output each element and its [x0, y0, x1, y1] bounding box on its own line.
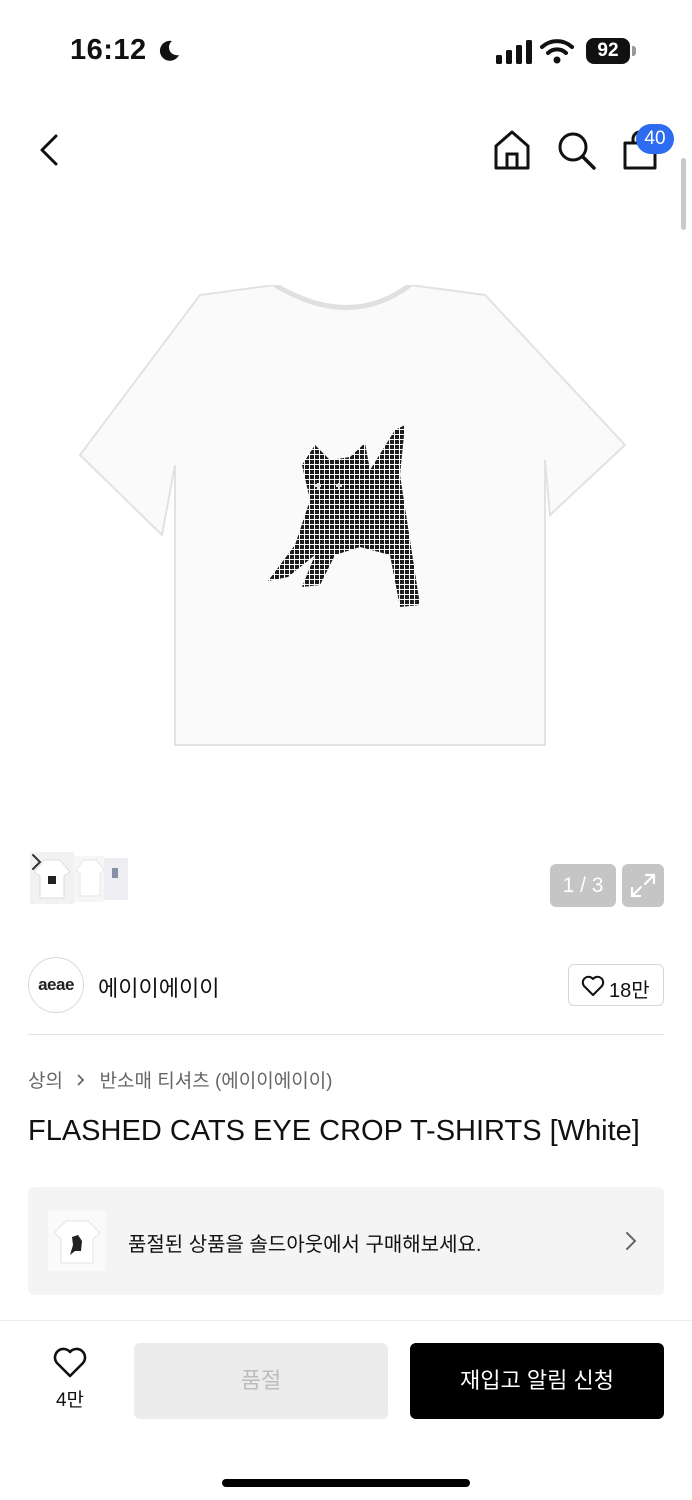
brand-logo[interactable]: aeae	[28, 957, 84, 1013]
cellular-signal-icon	[496, 40, 532, 64]
back-chevron-icon[interactable]	[30, 128, 70, 172]
image-pager: 1 / 3	[550, 864, 616, 907]
expand-icon[interactable]	[622, 864, 664, 907]
brand-name[interactable]: 에이이에이이	[98, 971, 219, 1003]
bottom-action-bar: 4만 품절 재입고 알림 신청	[0, 1320, 692, 1500]
brand-like-count: 18만	[609, 980, 650, 1002]
soldout-market-banner[interactable]: 품절된 상품을 솔드아웃에서 구매해보세요.	[28, 1187, 664, 1295]
status-bar: 16:12 92	[0, 0, 692, 100]
chevron-right-icon	[77, 1074, 85, 1086]
thumbnail-strip[interactable]	[28, 848, 145, 908]
wifi-icon	[540, 39, 574, 64]
home-icon[interactable]	[490, 128, 534, 172]
heart-icon	[53, 1347, 87, 1378]
chevron-right-icon	[32, 854, 42, 870]
home-indicator[interactable]	[222, 1479, 470, 1487]
banner-product-thumbnail	[48, 1211, 106, 1271]
top-navigation	[0, 118, 692, 182]
battery-tip	[632, 46, 636, 56]
wishlist-button[interactable]: 4만	[40, 1347, 100, 1417]
status-time: 16:12	[70, 34, 147, 66]
soldout-button: 품절	[134, 1343, 388, 1419]
brand-row: aeae 에이이에이이 18만	[28, 955, 664, 1015]
brand-like-button[interactable]: 18만	[568, 964, 664, 1006]
breadcrumb: 상의 반소매 티셔츠 (에이이에이이)	[28, 1066, 333, 1093]
divider	[28, 1034, 664, 1035]
breadcrumb-category[interactable]: 상의	[28, 1071, 63, 1092]
moon-icon	[159, 40, 179, 61]
thumbnail-images	[30, 852, 128, 904]
wishlist-count: 4만	[55, 1390, 85, 1411]
heart-icon	[581, 975, 605, 996]
battery-indicator: 92	[586, 38, 636, 64]
battery-level: 92	[586, 38, 630, 64]
restock-alert-button[interactable]: 재입고 알림 신청	[410, 1343, 664, 1419]
chevron-right-icon	[626, 1232, 637, 1250]
product-title: FLASHED CATS EYE CROP T-SHIRTS [White]	[28, 1115, 640, 1147]
product-image-tshirt[interactable]	[70, 285, 630, 755]
scrollbar[interactable]	[681, 158, 686, 230]
breadcrumb-subcategory[interactable]: 반소매 티셔츠 (에이이에이이)	[100, 1071, 333, 1092]
soldout-banner-text: 품절된 상품을 솔드아웃에서 구매해보세요.	[128, 1234, 482, 1256]
cart-count-badge: 40	[636, 124, 674, 154]
search-icon[interactable]	[554, 128, 598, 172]
